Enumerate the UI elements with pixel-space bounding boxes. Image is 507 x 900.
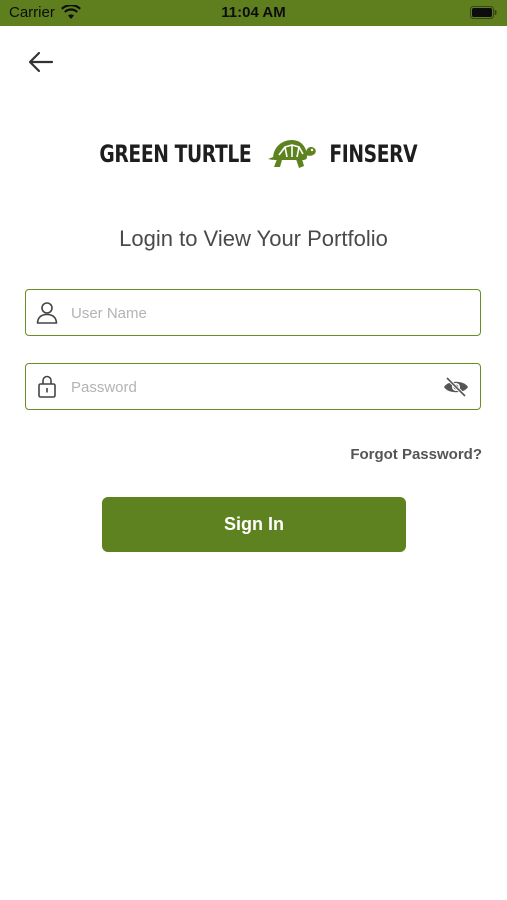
page-heading: Login to View Your Portfolio xyxy=(119,226,388,251)
brand-logo: GREEN TURTLE FINSERV xyxy=(0,134,507,174)
status-bar: Carrier 11:04 AM xyxy=(0,0,507,26)
battery-icon xyxy=(470,6,497,19)
brand-text-left: GREEN TURTLE xyxy=(99,140,252,168)
password-input[interactable] xyxy=(69,364,433,410)
brand-text-right: FINSERV xyxy=(328,140,417,168)
password-field[interactable] xyxy=(25,363,481,410)
username-input[interactable] xyxy=(69,290,433,336)
forgot-password-link[interactable]: Forgot Password? xyxy=(350,446,482,463)
back-button[interactable] xyxy=(24,46,58,80)
sign-in-button[interactable]: Sign In xyxy=(102,497,406,552)
username-field[interactable] xyxy=(25,289,481,336)
arrow-left-icon xyxy=(28,51,54,73)
turtle-icon xyxy=(267,140,316,168)
clock-time: 11:04 AM xyxy=(221,4,286,21)
user-icon xyxy=(36,302,58,324)
lock-icon xyxy=(38,375,56,398)
eye-slash-icon[interactable] xyxy=(442,375,470,399)
